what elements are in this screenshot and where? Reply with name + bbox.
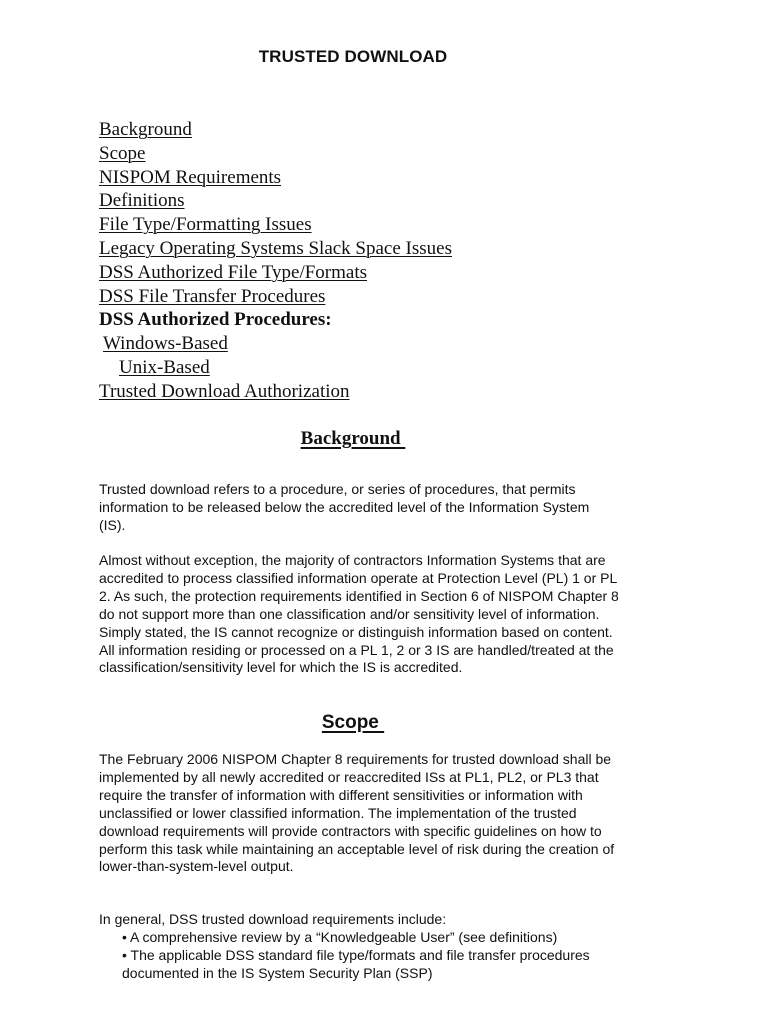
toc-link-trusted-download-authorization[interactable]: Trusted Download Authorization	[99, 381, 350, 402]
toc-link-legacy-os-slack-space[interactable]: Legacy Operating Systems Slack Space Iss…	[99, 238, 452, 259]
toc-link-nispom-requirements[interactable]: NISPOM Requirements	[99, 167, 281, 188]
toc-link-unix-based[interactable]: Unix-Based	[119, 357, 210, 378]
toc-item-scope[interactable]: Scope	[99, 142, 452, 166]
toc-item-legacy-os-slack-space[interactable]: Legacy Operating Systems Slack Space Iss…	[99, 237, 452, 261]
toc-link-file-type-formatting[interactable]: File Type/Formatting Issues	[99, 214, 312, 235]
toc-item-file-type-formatting[interactable]: File Type/Formatting Issues	[99, 213, 452, 237]
background-paragraph-1: Trusted download refers to a procedure, …	[99, 481, 590, 533]
toc-link-dss-authorized-file-types[interactable]: DSS Authorized File Type/Formats	[99, 262, 367, 283]
toc-item-windows-based[interactable]: Windows-Based	[99, 332, 452, 356]
scope-paragraph-1: The February 2006 NISPOM Chapter 8 requi…	[99, 751, 615, 875]
toc-item-trusted-download-authorization[interactable]: Trusted Download Authorization	[99, 380, 452, 404]
toc-heading-dss-authorized-procedures: DSS Authorized Procedures:	[99, 309, 332, 331]
toc-link-background[interactable]: Background	[99, 119, 192, 140]
toc-link-scope[interactable]: Scope	[99, 143, 145, 164]
requirements-list: • A comprehensive review by a “Knowledge…	[99, 929, 619, 983]
section-heading-background: Background	[300, 428, 406, 449]
toc-link-definitions[interactable]: Definitions	[99, 190, 185, 211]
toc-item-dss-authorized-file-types[interactable]: DSS Authorized File Type/Formats	[99, 261, 452, 285]
background-paragraph-2: Almost without exception, the majority o…	[99, 552, 619, 676]
document-page: TRUSTED DOWNLOAD Background Scope NISPOM…	[0, 0, 770, 1024]
toc-item-unix-based[interactable]: Unix-Based	[99, 356, 452, 380]
toc-item-definitions[interactable]: Definitions	[99, 189, 452, 213]
toc-link-windows-based[interactable]: Windows-Based	[103, 333, 228, 354]
requirement-item: • The applicable DSS standard file type/…	[122, 946, 590, 981]
toc-item-nispom-requirements[interactable]: NISPOM Requirements	[99, 166, 452, 190]
toc-link-dss-file-transfer[interactable]: DSS File Transfer Procedures	[99, 286, 325, 307]
section-heading-scope: Scope	[321, 712, 385, 733]
scope-requirements-block: In general, DSS trusted download require…	[99, 911, 619, 983]
scope-paragraph-2: In general, DSS trusted download require…	[99, 911, 447, 927]
table-of-contents: Background Scope NISPOM Requirements Def…	[99, 118, 452, 404]
document-title: TRUSTED DOWNLOAD	[258, 47, 448, 66]
toc-item-background[interactable]: Background	[99, 118, 452, 142]
toc-item-dss-file-transfer[interactable]: DSS File Transfer Procedures	[99, 285, 452, 309]
requirement-item: • A comprehensive review by a “Knowledge…	[122, 928, 558, 945]
